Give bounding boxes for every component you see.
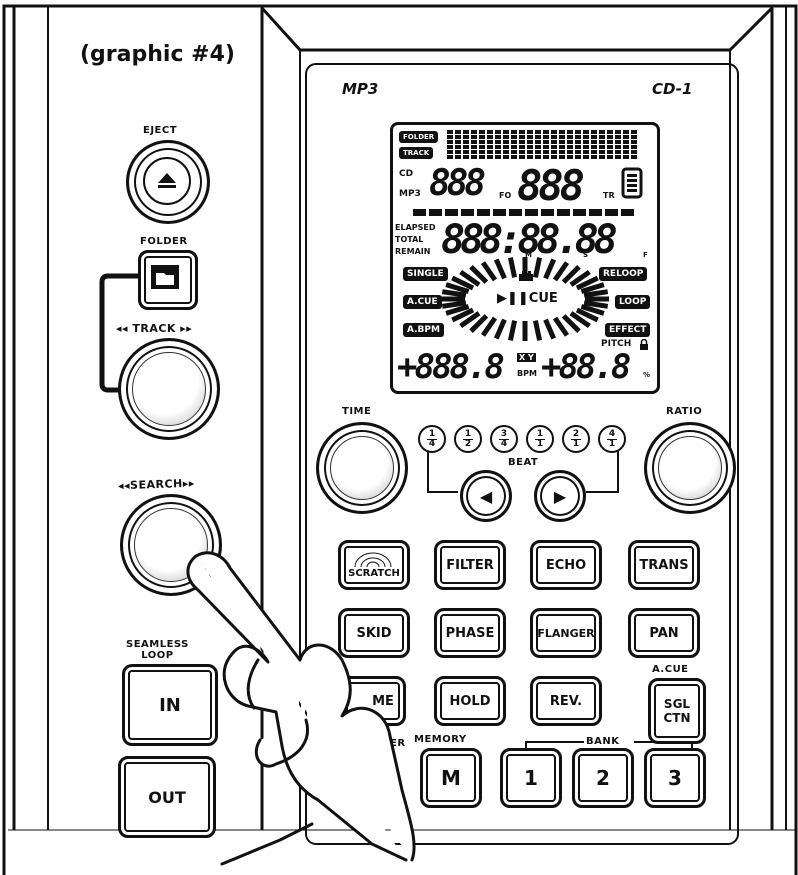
hand-illustration xyxy=(186,551,416,866)
cd-player-diagram: (graphic #4) EJECT FOLDER ◂◂ TRACK ▸▸ ◂◂… xyxy=(0,0,798,875)
